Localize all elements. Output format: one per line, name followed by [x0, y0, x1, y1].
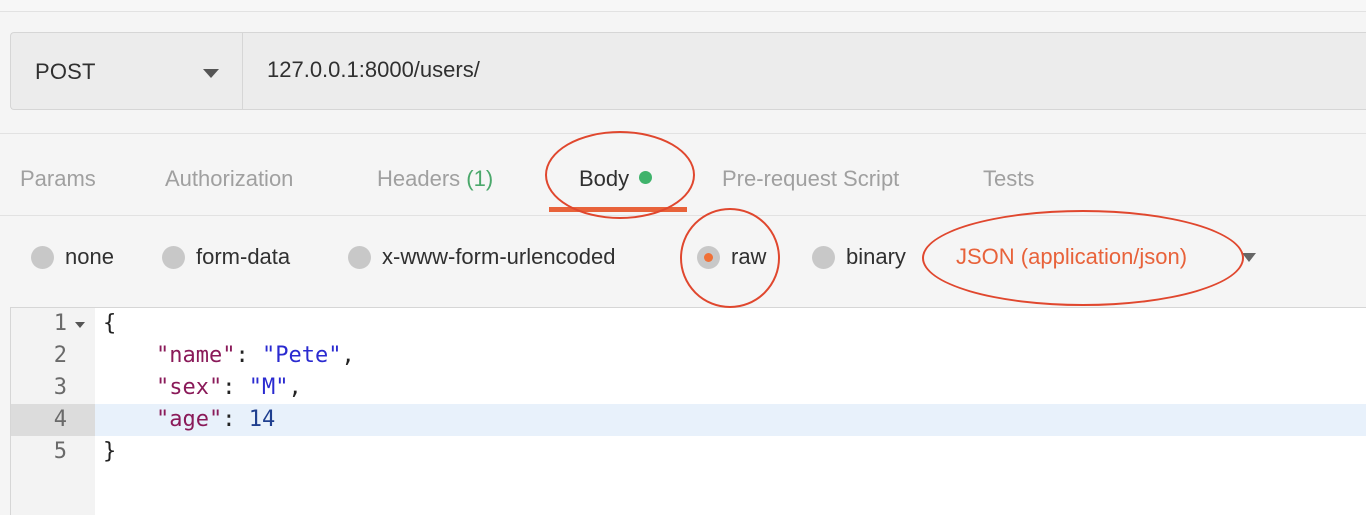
json-key: "name"	[155, 343, 236, 368]
headers-count-badge: (1)	[466, 166, 494, 191]
line-number: 5	[53, 439, 67, 464]
line-number: 4	[11, 404, 95, 436]
json-number-value: 14	[248, 407, 276, 432]
radio-selected-icon[interactable]	[697, 245, 720, 269]
active-tab-underline	[549, 207, 687, 212]
body-type-selector: none form-data x-www-form-urlencoded raw…	[0, 216, 1366, 306]
json-key: "sex"	[155, 375, 223, 400]
tab-body-label: Body	[579, 166, 630, 191]
tab-params-label: Params	[20, 166, 96, 191]
radio-form-data-label: form-data	[196, 244, 291, 269]
tab-tests[interactable]: Tests	[983, 166, 1034, 192]
fold-arrow-icon[interactable]	[75, 322, 85, 328]
radio-raw[interactable]: raw	[697, 242, 766, 272]
radio-circle-icon[interactable]	[812, 245, 835, 269]
radio-urlencoded-label: x-www-form-urlencoded	[382, 244, 616, 269]
json-string-value: "Pete"	[261, 343, 342, 368]
tab-tests-label: Tests	[983, 166, 1035, 191]
line-number: 3	[53, 375, 67, 400]
code-text: {	[103, 311, 117, 336]
request-tabs: Params Authorization Headers (1) Body Pr…	[0, 134, 1366, 216]
radio-circle-icon[interactable]	[348, 245, 371, 269]
code-text: "name": "Pete",	[155, 343, 355, 368]
radio-circle-icon[interactable]	[162, 245, 185, 269]
tab-headers[interactable]: Headers (1)	[377, 166, 493, 192]
url-input[interactable]: 127.0.0.1:8000/users/	[267, 57, 480, 83]
code-line: 5 }	[11, 436, 1366, 468]
request-bar: POST 127.0.0.1:8000/users/	[10, 32, 1366, 110]
radio-binary-label: binary	[846, 244, 906, 269]
radio-circle-icon[interactable]	[31, 245, 54, 269]
tab-pre-request-script[interactable]: Pre-request Script	[722, 166, 899, 192]
code-line: 2 "name": "Pete",	[11, 340, 1366, 372]
code-line-highlighted: 4 "age": 14	[11, 404, 1366, 436]
radio-raw-label: raw	[731, 244, 767, 269]
code-editor[interactable]: 1 { 2 "name": "Pete", 3 "sex": "M", 4 "a…	[10, 307, 1366, 515]
method-select[interactable]: POST	[11, 33, 243, 109]
code-text: "age": 14	[155, 407, 276, 432]
radio-none-label: none	[65, 244, 114, 269]
code-line: 1 {	[11, 308, 1366, 340]
radio-none[interactable]: none	[31, 242, 114, 272]
content-type-select[interactable]: JSON (application/json)	[956, 242, 1187, 272]
json-string-value: "M"	[248, 375, 289, 400]
tab-authorization-label: Authorization	[165, 166, 294, 191]
chevron-down-icon[interactable]	[1242, 253, 1256, 262]
radio-form-data[interactable]: form-data	[162, 242, 290, 272]
code-line: 3 "sex": "M",	[11, 372, 1366, 404]
radio-x-www-form-urlencoded[interactable]: x-www-form-urlencoded	[348, 242, 616, 272]
content-type-label: JSON (application/json)	[956, 244, 1188, 269]
tab-headers-label: Headers	[377, 166, 461, 191]
method-label: POST	[35, 59, 96, 84]
tab-body[interactable]: Body	[579, 166, 653, 192]
radio-binary[interactable]: binary	[812, 242, 906, 272]
tab-pre-request-label: Pre-request Script	[722, 166, 900, 191]
tab-authorization[interactable]: Authorization	[165, 166, 293, 192]
line-number: 2	[53, 343, 67, 368]
chevron-down-icon[interactable]	[203, 69, 219, 78]
json-key: "age"	[155, 407, 223, 432]
code-text: }	[103, 439, 117, 464]
top-divider	[0, 0, 1366, 12]
code-text: "sex": "M",	[155, 375, 302, 400]
tab-params[interactable]: Params	[20, 166, 96, 192]
body-active-dot-icon	[639, 171, 653, 184]
